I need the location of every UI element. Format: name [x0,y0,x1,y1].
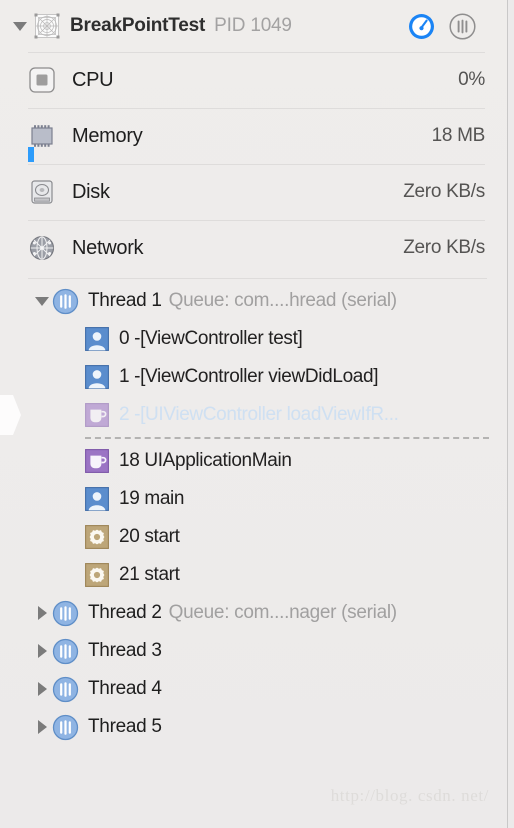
gauge-value-network: Zero KB/s [403,237,485,258]
app-name-label: BreakPointTest [70,15,206,36]
stack-frame-row[interactable]: 0 -[ViewController test] [0,320,507,358]
cpu-chip-icon [29,67,55,93]
disclosure-triangle-collapsed-icon [37,644,47,658]
gauge-value-memory: 18 MB [431,125,486,146]
gauge-label-memory: Memory [72,124,143,147]
debug-navigator-panel: BreakPointTest PID 1049 CPU 0% Memory 18… [0,0,507,828]
thread-2-disclosure-toggle[interactable] [32,606,52,620]
thread-icon [52,288,79,314]
memory-chip-icon [31,125,53,147]
system-frame-icon [85,403,109,427]
thread-icon [52,638,79,664]
navigator-mode-buttons [407,12,497,41]
stack-frame-label: 19 main [119,488,185,509]
system-frame-icon [85,449,109,473]
stack-frame-row[interactable]: 21 start [0,556,507,594]
vertical-scrollbar[interactable] [507,0,514,828]
user-frame-icon [85,327,109,351]
memory-usage-bar [28,147,34,162]
stack-frame-label: 1 -[ViewController viewDidLoad] [119,366,379,387]
process-pid-label: PID 1049 [214,15,292,36]
compiler-boundary-dashed-line [85,437,489,439]
thread-title: Thread 4 [88,678,162,699]
gauge-row-network[interactable]: Network Zero KB/s [0,220,507,276]
stack-frame-row[interactable]: 1 -[ViewController viewDidLoad] [0,358,507,396]
gauge-label-network: Network [72,236,144,259]
stack-frame-label: 18 UIApplicationMain [119,450,292,471]
stack-frame-row-dimmed[interactable]: 2 -[UIViewController loadViewIfR... [0,395,507,435]
thread-row-4[interactable]: Thread 4 [0,670,507,708]
gauge-label-disk: Disk [72,180,110,203]
process-row[interactable]: BreakPointTest PID 1049 [10,0,497,52]
stack-frame-label: 0 -[ViewController test] [119,328,303,349]
row-divider [28,164,485,165]
thread-title: Thread 2 [88,602,162,623]
row-divider [28,108,485,109]
thread-3-disclosure-toggle[interactable] [32,644,52,658]
disclosure-triangle-collapsed-icon [37,606,47,620]
disclosure-triangle-collapsed-icon [37,720,47,734]
user-frame-icon [85,365,109,389]
thread-row-5[interactable]: Thread 5 [0,708,507,746]
gauge-value-cpu: 0% [458,69,485,90]
gauges-section: CPU 0% Memory 18 MB Disk Zero KB/s Netwo… [0,52,507,276]
stack-frame-label: 20 start [119,526,180,547]
threads-icon[interactable] [448,12,477,41]
gauge-label-cpu: CPU [72,68,114,91]
gear-frame-icon [85,563,109,587]
app-template-icon [34,13,60,39]
thread-queue-label: Queue: com....nager (serial) [168,602,397,623]
gauge-value-disk: Zero KB/s [403,181,485,202]
thread-icon [52,714,79,740]
stack-frame-label: 2 -[UIViewController loadViewIfR... [119,404,399,425]
network-globe-icon [29,235,55,261]
disclosure-triangle-expanded-icon [13,21,27,31]
thread-1-disclosure-toggle[interactable] [32,296,52,306]
gauge-icon[interactable] [407,12,436,41]
stack-frame-row[interactable]: 18 UIApplicationMain [0,442,507,480]
disclosure-triangle-collapsed-icon [37,682,47,696]
thread-row-1[interactable]: Thread 1 Queue: com....hread (serial) [0,282,507,320]
thread-icon [52,600,79,626]
thread-title: Thread 5 [88,716,162,737]
stack-frame-row[interactable]: 20 start [0,518,507,556]
thread-row-2[interactable]: Thread 2 Queue: com....nager (serial) [0,594,507,632]
tree-top-divider [28,278,487,279]
process-header: BreakPointTest PID 1049 [0,0,507,52]
thread-title: Thread 1 [88,290,162,311]
thread-title: Thread 3 [88,640,162,661]
disk-drive-icon [31,180,53,204]
stack-frame-label: 21 start [119,564,180,585]
gauge-row-cpu[interactable]: CPU 0% [0,52,507,108]
thread-tree: Thread 1 Queue: com....hread (serial) 0 … [0,276,507,746]
gauge-row-memory[interactable]: Memory 18 MB [0,108,507,164]
user-frame-icon [85,487,109,511]
process-disclosure-toggle[interactable] [10,21,30,31]
thread-queue-label: Queue: com....hread (serial) [168,290,397,311]
stack-frame-row[interactable]: 19 main [0,480,507,518]
gear-frame-icon [85,525,109,549]
thread-5-disclosure-toggle[interactable] [32,720,52,734]
gauge-row-disk[interactable]: Disk Zero KB/s [0,164,507,220]
disclosure-triangle-expanded-icon [35,296,49,306]
watermark-text: http://blog. csdn. net/ [330,786,489,805]
thread-row-3[interactable]: Thread 3 [0,632,507,670]
stack-divider-container [0,434,507,442]
current-frame-edge-marker [0,395,21,435]
thread-4-disclosure-toggle[interactable] [32,682,52,696]
row-divider [28,220,485,221]
thread-icon [52,676,79,702]
row-divider [28,52,485,53]
